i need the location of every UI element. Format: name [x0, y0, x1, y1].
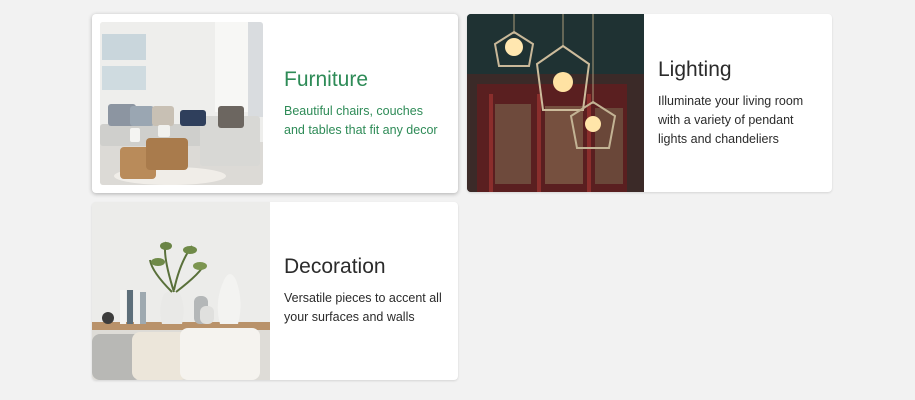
- category-card-furniture[interactable]: Furniture Beautiful chairs, couches and …: [92, 14, 458, 193]
- card-title: Decoration: [284, 255, 386, 278]
- card-title: Lighting: [658, 57, 732, 81]
- furniture-card-body: Furniture Beautiful chairs, couches and …: [263, 14, 458, 193]
- lighting-image: [467, 14, 644, 192]
- furniture-image: [100, 22, 263, 185]
- category-card-lighting[interactable]: Lighting Illuminate your living room wit…: [467, 14, 832, 192]
- card-description: Versatile pieces to accent all your surf…: [284, 291, 442, 324]
- lighting-card-body: Lighting Illuminate your living room wit…: [644, 14, 832, 192]
- card-description: Illuminate your living room with a varie…: [658, 93, 804, 146]
- decoration-card-body: Decoration Versatile pieces to accent al…: [270, 202, 458, 380]
- card-description: Beautiful chairs, couches and tables tha…: [284, 103, 438, 137]
- card-title: Furniture: [284, 67, 369, 91]
- decoration-image: [92, 202, 270, 380]
- category-card-decoration[interactable]: Decoration Versatile pieces to accent al…: [92, 202, 458, 380]
